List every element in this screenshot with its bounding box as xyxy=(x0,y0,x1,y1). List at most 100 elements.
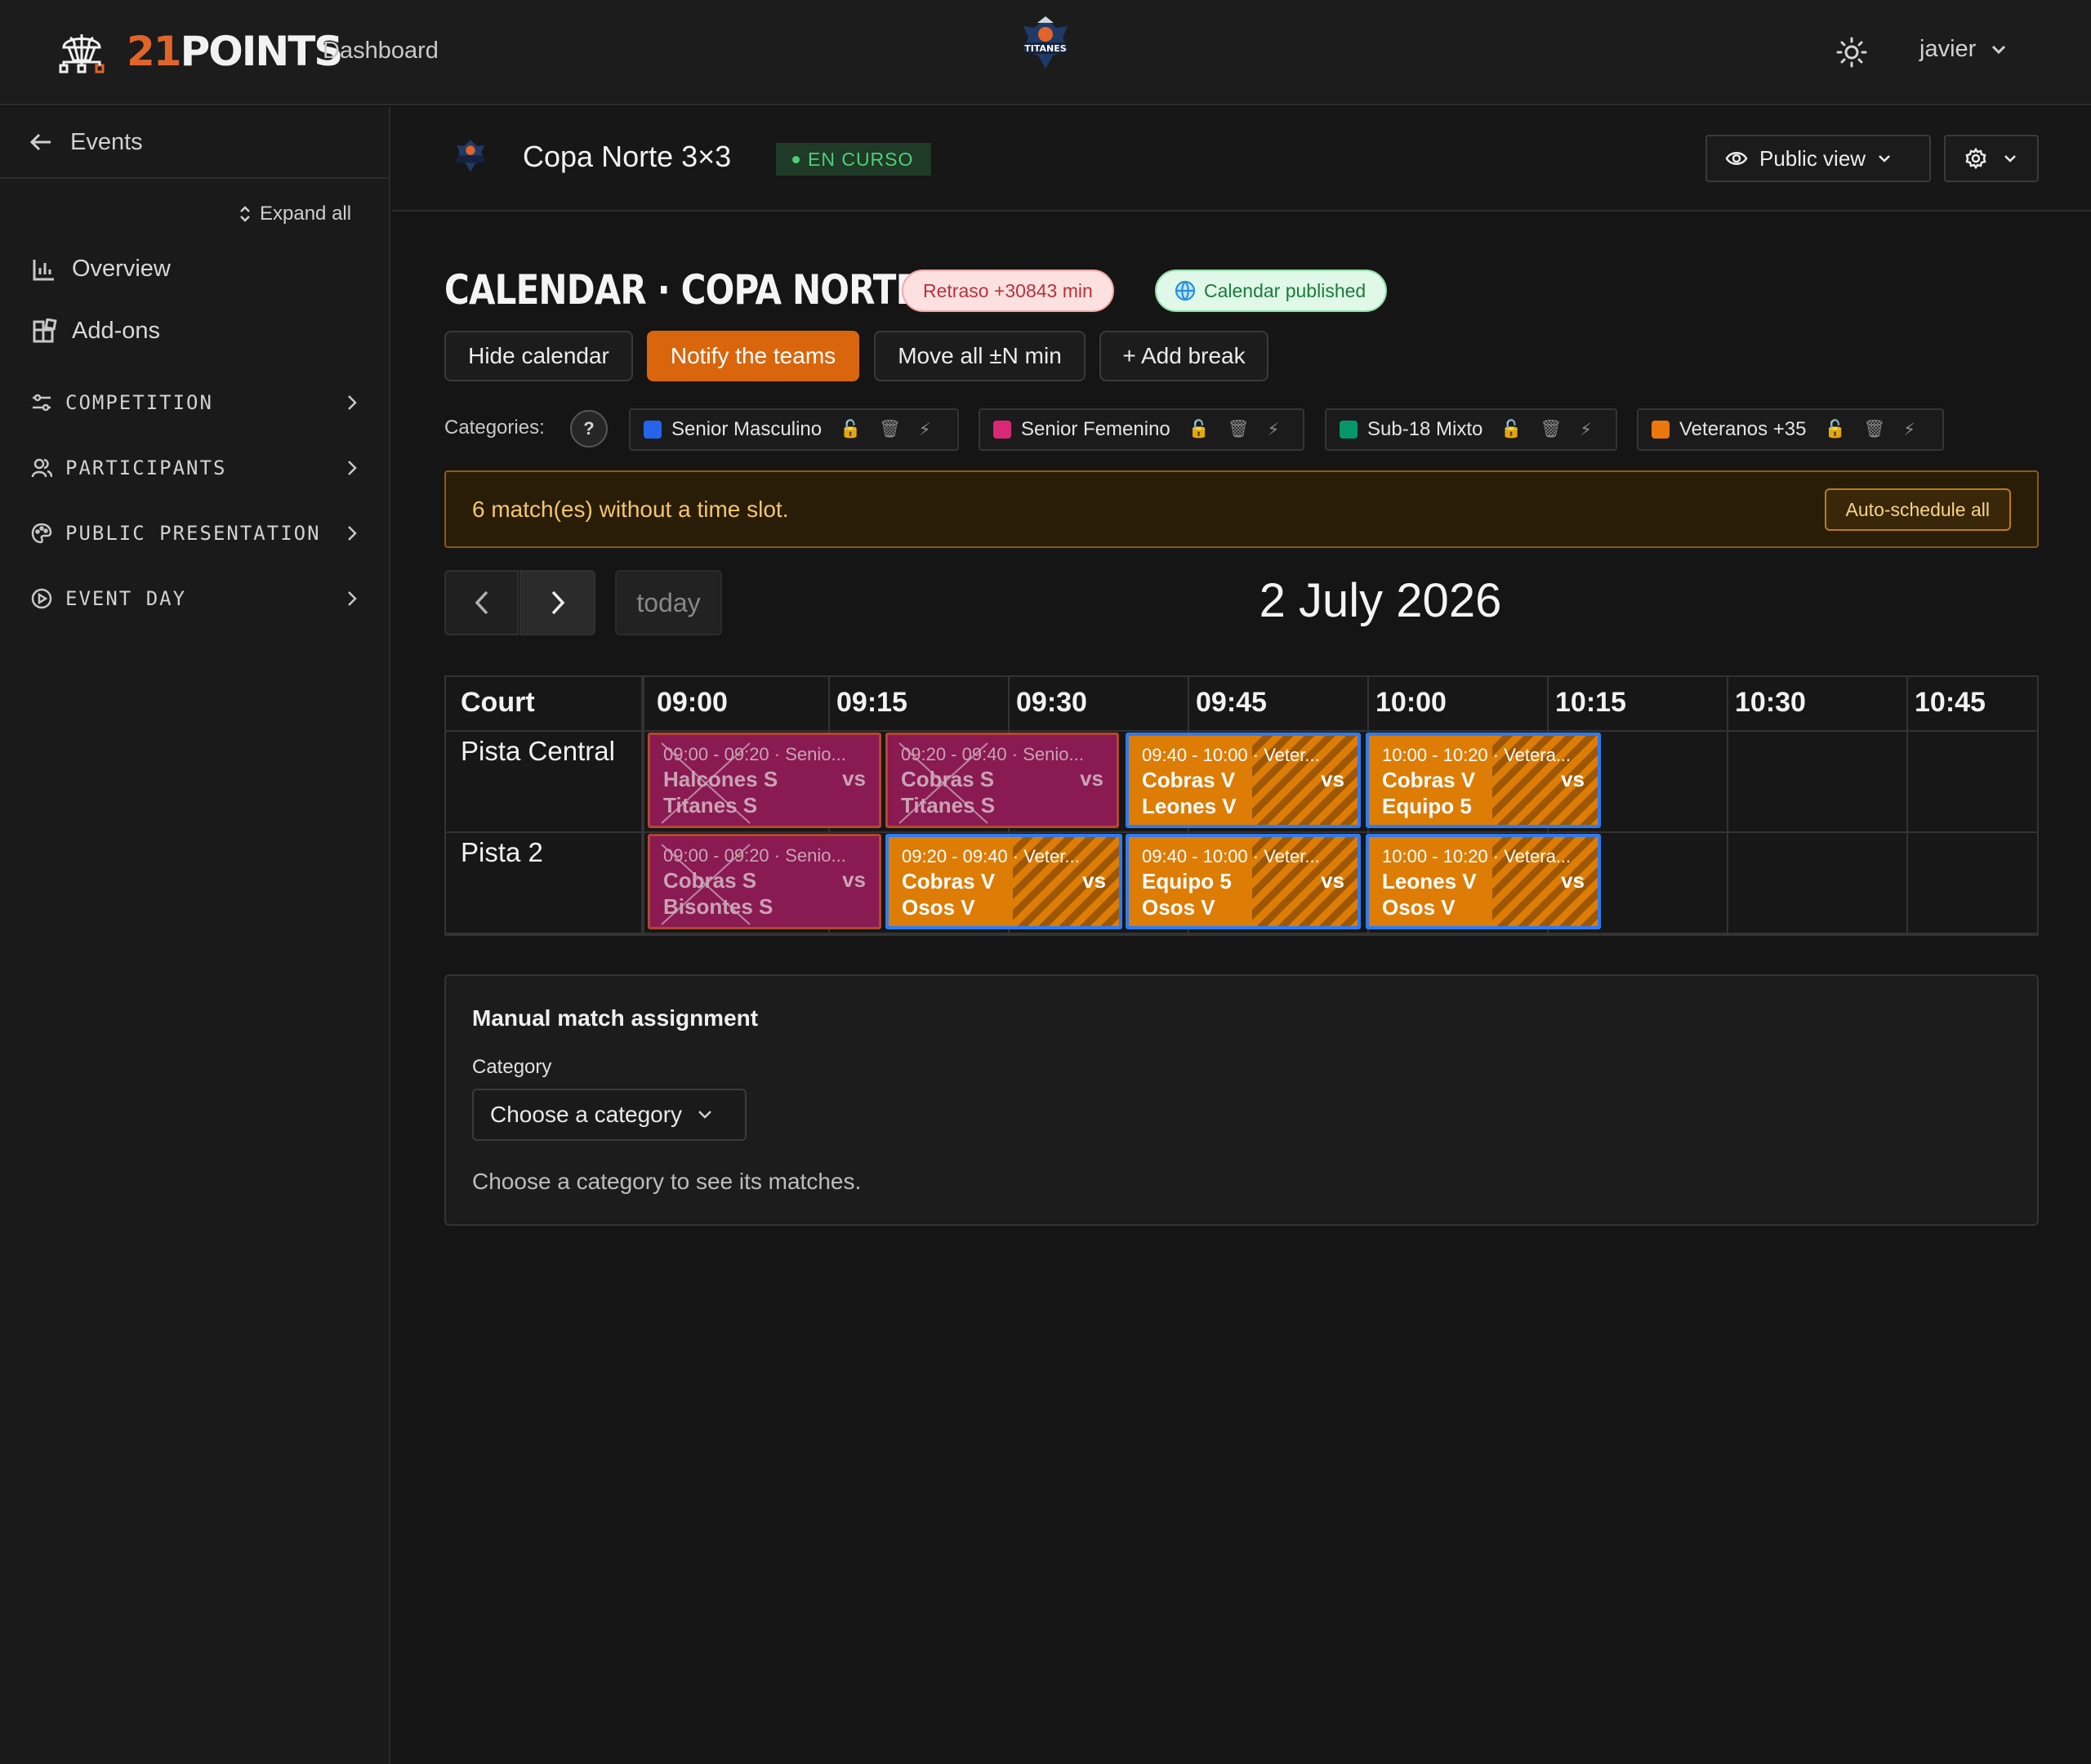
cancelled-cross-icon xyxy=(898,742,988,824)
calendar-date: 2 July 2026 xyxy=(1259,574,1502,627)
category-name: Senior Masculino xyxy=(671,418,823,440)
notify-teams-button[interactable]: Notify the teams xyxy=(647,331,859,381)
sidebar-item-overview[interactable]: Overview xyxy=(31,256,171,283)
basketball-hoop-icon[interactable] xyxy=(57,29,106,75)
user-menu[interactable]: javier xyxy=(1919,36,2007,63)
sidebar-section-label: PARTICIPANTS xyxy=(65,457,227,479)
match-card-cancelled[interactable]: 09:00 - 09:20 · Senio... Halcones S Tita… xyxy=(648,733,881,828)
match-time: 09:40 - 10:00 · Veter... xyxy=(1142,846,1320,866)
match-card-cancelled[interactable]: 09:20 - 09:40 · Senio... Cobras S Titane… xyxy=(885,733,1119,828)
lock-icon[interactable]: 🔓 xyxy=(1500,420,1522,439)
event-header: Copa Norte 3×3 EN CURSO Public view xyxy=(392,107,2091,212)
gear-icon xyxy=(1965,148,1986,169)
grid-line xyxy=(446,730,2039,732)
hide-calendar-button[interactable]: Hide calendar xyxy=(444,331,633,381)
match-card[interactable]: 10:00 - 10:20 · Vetera... Cobras V Equip… xyxy=(1366,733,1601,828)
sidebar-item-addons[interactable]: Add-ons xyxy=(31,318,160,345)
match-card[interactable]: 09:20 - 09:40 · Veter... Cobras V Osos V… xyxy=(885,834,1122,929)
arrow-left-icon xyxy=(29,132,52,152)
top-bar: 21POINTS Dashboard TITANES javier xyxy=(0,0,2091,105)
match-vs: vs xyxy=(1561,767,1585,791)
category-chip[interactable]: Senior Femenino 🔓 🗑 ⚡ xyxy=(979,408,1304,451)
manual-assignment-title: Manual match assignment xyxy=(472,1005,759,1031)
manual-assignment-hint: Choose a category to see its matches. xyxy=(472,1169,862,1194)
trash-icon[interactable]: 🗑 xyxy=(1864,420,1886,439)
play-circle-icon xyxy=(31,588,52,609)
bolt-icon[interactable]: ⚡ xyxy=(1903,420,1915,440)
move-all-button[interactable]: Move all ±N min xyxy=(874,331,1086,381)
nav-dashboard-link[interactable]: Dashboard xyxy=(323,38,439,65)
grid-line xyxy=(1906,677,1908,936)
trash-icon[interactable]: 🗑 xyxy=(879,420,901,439)
trash-icon[interactable]: 🗑 xyxy=(1228,420,1250,439)
match-card[interactable]: 10:00 - 10:20 · Vetera... Leones V Osos … xyxy=(1366,834,1601,929)
match-card[interactable]: 09:40 - 10:00 · Veter... Cobras V Leones… xyxy=(1126,733,1361,828)
match-team-home: Equipo 5 xyxy=(1142,869,1232,893)
time-header: 09:15 xyxy=(836,687,907,718)
grid-line xyxy=(446,933,2039,934)
back-label: Events xyxy=(70,128,143,155)
category-field-label: Category xyxy=(472,1056,552,1078)
match-team-home: Cobras V xyxy=(902,869,996,893)
match-vs: vs xyxy=(1321,868,1344,893)
categories-label: Categories: xyxy=(444,416,545,439)
sidebar-section-label: EVENT DAY xyxy=(65,587,187,610)
match-team-away: Equipo 5 xyxy=(1382,794,1472,818)
palette-icon xyxy=(31,523,52,544)
expand-all-label: Expand all xyxy=(260,203,352,225)
match-card-cancelled[interactable]: 09:00 - 09:20 · Senio... Cobras S Bisont… xyxy=(648,834,881,929)
brand-text: POINTS xyxy=(180,28,344,75)
status-label: EN CURSO xyxy=(808,148,914,170)
chevron-right-icon xyxy=(346,394,358,412)
category-chip[interactable]: Sub-18 Mixto 🔓 🗑 ⚡ xyxy=(1325,408,1617,451)
back-to-events-link[interactable]: Events xyxy=(0,107,389,179)
help-button[interactable]: ? xyxy=(570,410,608,448)
chevron-right-icon xyxy=(549,589,567,617)
sidebar-section-competition[interactable]: COMPETITION xyxy=(31,391,358,414)
public-view-button[interactable]: Public view xyxy=(1705,135,1931,182)
match-time: 10:00 - 10:20 · Vetera... xyxy=(1382,846,1572,866)
sidebar-section-participants[interactable]: PARTICIPANTS xyxy=(31,457,358,479)
category-chip[interactable]: Veteranos +35 🔓 🗑 ⚡ xyxy=(1637,408,1944,451)
grid-line xyxy=(1727,677,1728,936)
schedule-grid: Court 09:00 09:15 09:30 09:45 10:00 10:1… xyxy=(444,675,2039,936)
category-color-swatch xyxy=(1652,421,1670,439)
sidebar-section-label: PUBLIC PRESENTATION xyxy=(65,522,321,545)
match-team-away: Osos V xyxy=(1142,895,1215,920)
sun-icon[interactable] xyxy=(1835,36,1868,69)
prev-day-button[interactable] xyxy=(444,570,519,635)
lock-icon[interactable]: 🔓 xyxy=(840,420,861,439)
auto-schedule-button[interactable]: Auto-schedule all xyxy=(1824,488,2011,531)
bolt-icon[interactable]: ⚡ xyxy=(1580,420,1592,440)
sidebar-section-event-day[interactable]: EVENT DAY xyxy=(31,587,358,610)
next-day-button[interactable] xyxy=(519,570,595,635)
match-time: 09:20 - 09:40 · Veter... xyxy=(902,846,1080,866)
sidebar-section-public-presentation[interactable]: PUBLIC PRESENTATION xyxy=(31,522,358,545)
chevron-down-icon xyxy=(2003,154,2017,163)
add-break-button[interactable]: + Add break xyxy=(1099,331,1268,381)
unscheduled-warning: 6 match(es) without a time slot. Auto-sc… xyxy=(444,470,2039,548)
event-team-logo xyxy=(453,138,488,174)
brand-logo[interactable]: 21POINTS xyxy=(127,24,344,78)
settings-button[interactable] xyxy=(1944,135,2039,182)
bolt-icon[interactable]: ⚡ xyxy=(919,420,931,440)
category-chip[interactable]: Senior Masculino 🔓 🗑 ⚡ xyxy=(629,408,959,451)
bolt-icon[interactable]: ⚡ xyxy=(1268,420,1280,440)
published-badge: Calendar published xyxy=(1155,270,1388,312)
lock-icon[interactable]: 🔓 xyxy=(1188,420,1210,439)
court-row-label: Pista 2 xyxy=(461,837,543,867)
match-card[interactable]: 09:40 - 10:00 · Veter... Equipo 5 Osos V… xyxy=(1126,834,1361,929)
sidebar-section-label: COMPETITION xyxy=(65,391,213,414)
time-header: 10:30 xyxy=(1735,687,1806,718)
trash-icon[interactable]: 🗑 xyxy=(1540,420,1563,439)
chevron-down-icon xyxy=(1877,154,1892,163)
expand-all-button[interactable]: Expand all xyxy=(239,203,351,225)
time-header: 09:00 xyxy=(657,687,728,718)
today-button[interactable]: today xyxy=(615,570,722,635)
chevron-left-icon xyxy=(473,589,491,617)
lock-icon[interactable]: 🔓 xyxy=(1824,420,1845,439)
time-header: 10:45 xyxy=(1915,687,1986,718)
category-select[interactable]: Choose a category xyxy=(472,1089,747,1141)
match-team-home: Cobras V xyxy=(1382,768,1476,792)
user-name: javier xyxy=(1919,36,1977,62)
